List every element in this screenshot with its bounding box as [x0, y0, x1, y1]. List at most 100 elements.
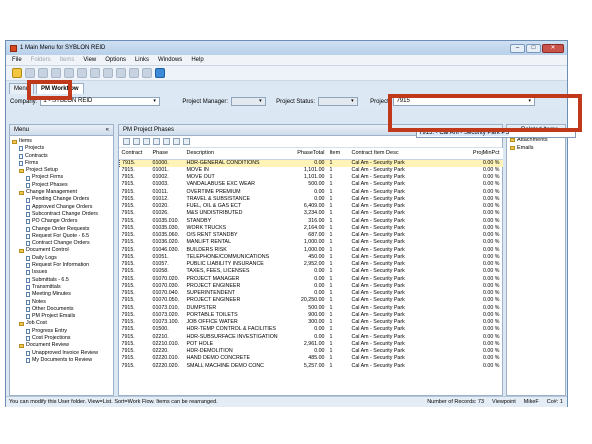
table-row[interactable]: 7915. 01073.010. DUMPSTER 500.00 1 Cal Am - S…: [120, 305, 503, 312]
col-contract-item-desc[interactable]: Contract Item Desc: [349, 148, 450, 160]
copy-icon[interactable]: [90, 68, 100, 78]
menu-file[interactable]: File: [12, 57, 22, 63]
tree-item[interactable]: Request For Information: [12, 262, 113, 269]
tree-item[interactable]: Daily Logs: [12, 255, 113, 262]
tree-item[interactable]: Meeting Minutes: [12, 291, 113, 298]
table-row[interactable]: 7915. 01057. PUBLIC LIABILITY INSURANCE 2,9…: [120, 261, 503, 268]
delete-icon[interactable]: [64, 68, 74, 78]
tree-item[interactable]: Project Setup: [12, 167, 113, 174]
tree-item[interactable]: Change Order Requests: [12, 226, 113, 233]
grid-attach-icon[interactable]: [143, 138, 150, 145]
col-description[interactable]: Description: [184, 148, 283, 160]
tree-item[interactable]: Unapproved Invoice Review: [12, 350, 113, 357]
grid-new-icon[interactable]: [123, 138, 130, 145]
menu-links[interactable]: Links: [135, 57, 149, 63]
table-row[interactable]: 7915. 02220.010. HAND DEMO CONCRETE 485.00 1…: [120, 355, 503, 362]
menu-folders[interactable]: Folders: [31, 57, 51, 63]
col-phase[interactable]: Phase: [150, 148, 185, 160]
tree-item[interactable]: Project Phases: [12, 182, 113, 189]
maximize-button[interactable]: □: [526, 43, 541, 53]
tree-item[interactable]: Projects: [12, 145, 113, 152]
tree-item[interactable]: Job Cost: [12, 320, 113, 327]
tree-item[interactable]: Cost Projections: [12, 335, 113, 342]
table-row[interactable]: 7915. 01070.030. PROJECT ENGINEER 0.00 1 Cal …: [120, 283, 503, 290]
grid-link-icon[interactable]: [153, 138, 160, 145]
tree-item[interactable]: Approved Change Orders: [12, 204, 113, 211]
tree-item[interactable]: Notes: [12, 299, 113, 306]
grid-open-icon[interactable]: [133, 138, 140, 145]
close-button[interactable]: ✕: [542, 43, 564, 53]
related-emails[interactable]: Emails: [507, 144, 565, 152]
col-contract[interactable]: Contract: [119, 148, 151, 160]
table-row[interactable]: 7915. 02210. HDR-SUBSURFACE INVESTIGATION 0…: [120, 334, 503, 341]
table-row[interactable]: 7915. 01020. FUEL, OIL & GAS ECT 6,409.00 1 C…: [120, 203, 503, 210]
tree-item[interactable]: Transmittals: [12, 284, 113, 291]
project-manager-select[interactable]: ▾: [231, 97, 267, 106]
table-row[interactable]: 7915. 01073.020. PORTABLE TOILETS 900.00 1 Ca…: [120, 312, 503, 319]
tree-item[interactable]: Other Documents: [12, 306, 113, 313]
menu-options[interactable]: Options: [105, 57, 126, 63]
properties-icon[interactable]: [129, 68, 139, 78]
cut-icon[interactable]: [77, 68, 87, 78]
table-row[interactable]: 7915. 01046.030. BUILDERS RISK 1,000.00 1 Cal…: [120, 247, 503, 254]
refresh-icon[interactable]: [155, 68, 165, 78]
col-proj-min-pct[interactable]: ProjMinPct: [449, 148, 503, 160]
delete-x-icon[interactable]: [116, 68, 126, 78]
table-row[interactable]: 7915. 01003. VANDALABUSE EXC WEAR 500.00 1 Ca…: [120, 181, 503, 188]
tree-item[interactable]: Contract Change Orders: [12, 240, 113, 247]
col-item[interactable]: Item: [327, 148, 350, 160]
table-row[interactable]: 7915. 01035.030. WORK TRUCKS 2,164.00 1 Cal A…: [120, 225, 503, 232]
table-row[interactable]: 7915. 02220. HDR-DEMOLITION 0.00 1 Cal Am - S…: [120, 348, 503, 355]
collapse-icon[interactable]: «: [106, 125, 109, 136]
table-row[interactable]: 7915. 01058. TAXES, FEES, LICENSES 0.00 1 Cal…: [120, 268, 503, 275]
tree-item[interactable]: Document Control: [12, 247, 113, 254]
move-down-icon[interactable]: [142, 68, 152, 78]
tree-item[interactable]: Submittals - 6.5: [12, 277, 113, 284]
menu-help[interactable]: Help: [191, 57, 203, 63]
tree-item[interactable]: Progress Entry: [12, 328, 113, 335]
table-row[interactable]: 7915. 01036.020. MANLIFT RENTAL 1,000.00 1 Ca…: [120, 239, 503, 246]
table-row[interactable]: 7915. 01011. OVERTIME PREMIUM 0.00 1 Cal Am -…: [120, 189, 503, 196]
minimize-button[interactable]: –: [510, 43, 525, 53]
grid-flag-icon[interactable]: [173, 138, 180, 145]
table-row[interactable]: 7915. 01500. HDR-TEMP CONTROL & FACILITIES…: [120, 326, 503, 333]
table-row[interactable]: 7915. 01002. MOVE OUT 1,101.00 1 Cal Am - Sec…: [120, 174, 503, 181]
table-row[interactable]: 7915. 01035.010. STANDBY 316.00 1 Cal Am - Se…: [120, 218, 503, 225]
tree-item[interactable]: Subcontract Change Orders: [12, 211, 113, 218]
tree-item[interactable]: Pending Change Orders: [12, 196, 113, 203]
table-row[interactable]: 7915. 01070.040. SUPERINTENDENT 0.00 1 Cal Am…: [120, 290, 503, 297]
paste-icon[interactable]: [103, 68, 113, 78]
table-row[interactable]: 7915. 01035.060. O/S RENT STANDBY 687.00 1 Ca…: [120, 232, 503, 239]
tree-item[interactable]: Issues: [12, 269, 113, 276]
new-icon[interactable]: [38, 68, 48, 78]
table-row[interactable]: 7915. 02210.010. POT HOLE 2,961.00 1 Cal Am -…: [120, 341, 503, 348]
table-row[interactable]: 7915. 01051. TELEPHONE/COMMUNICATIONS 450.0…: [120, 254, 503, 261]
tree-item[interactable]: Items: [12, 138, 113, 145]
tree-item[interactable]: PM Project Emails: [12, 313, 113, 320]
table-row[interactable]: 7915. 01070.050. PROJECT ENGINEER 20,250.00…: [120, 297, 503, 304]
edit-icon[interactable]: [51, 68, 61, 78]
col-phase-total[interactable]: PhaseTotal: [282, 148, 328, 160]
table-row[interactable]: 7915. 01001. MOVE IN 1,101.00 1 Cal Am - Secu…: [120, 167, 503, 174]
tree-item[interactable]: Request For Quote - 6.5: [12, 233, 113, 240]
tree-item[interactable]: PO Change Orders: [12, 218, 113, 225]
project-status-select[interactable]: ▾: [318, 97, 359, 106]
tree-item[interactable]: Change Management: [12, 189, 113, 196]
table-row[interactable]: 7915. 01026. M&S UNDISTRIBUTED 3,234.00 1 Cal…: [120, 210, 503, 217]
tree-item[interactable]: Contracts: [12, 153, 113, 160]
menu-items[interactable]: Items: [60, 57, 75, 63]
grid-view-icon[interactable]: [183, 138, 190, 145]
tree-item[interactable]: Firms: [12, 160, 113, 167]
title-bar[interactable]: 1 Main Menu for SYBLON REID – □ ✕: [6, 41, 567, 55]
open-folder-icon[interactable]: [25, 68, 35, 78]
menu-view[interactable]: View: [83, 57, 96, 63]
tree-item[interactable]: Project Firms: [12, 174, 113, 181]
tree-item[interactable]: My Documents to Review: [12, 357, 113, 364]
table-row[interactable]: 7915. 01070.020. PROJECT MANAGER 0.00 1 Cal A…: [120, 276, 503, 283]
tree-item[interactable]: Document Review: [12, 342, 113, 349]
lock-icon[interactable]: [12, 68, 22, 78]
table-row[interactable]: 7915. 01073.100. JOB OFFICE WATER 300.00 1 Ca…: [120, 319, 503, 326]
table-row[interactable]: 7915. 02220.020. SMALL MACHINE DEMO CONC 5,…: [120, 363, 503, 370]
table-row[interactable]: 7915. 01000. HDR-GENERAL CONDITIONS 0.00 1 Ca…: [119, 159, 503, 167]
grid-filter-icon[interactable]: [163, 138, 170, 145]
